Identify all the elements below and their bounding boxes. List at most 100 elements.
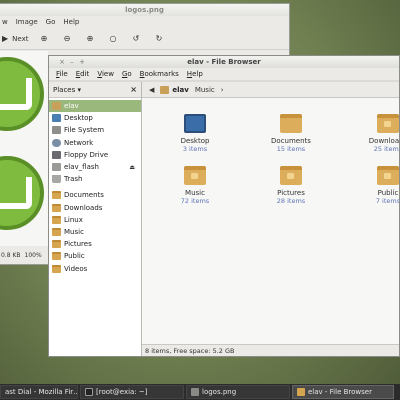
menu-bookmarks[interactable]: Bookmarks [140, 70, 179, 78]
folder-icon [52, 203, 61, 212]
path-bar: ◀ elav Music › [142, 82, 399, 98]
viewer-menubar: w Image Go Help [0, 16, 289, 28]
places-dropdown[interactable]: Places ▾ [53, 86, 81, 94]
sidebar: Places ▾ × elav Desktop File System Netw… [49, 82, 142, 356]
rotate-right-icon[interactable]: ↻ [147, 30, 170, 48]
sidebar-item-documents[interactable]: Documents [49, 189, 141, 201]
back-arrow-icon[interactable]: ◀ [149, 86, 154, 94]
folder-pictures-icon [280, 166, 302, 185]
image-canvas [0, 51, 48, 246]
linux-mint-logo [0, 57, 44, 131]
next-button[interactable]: Next [8, 30, 32, 48]
main-pane: ◀ elav Music › Desktop 3 items Documents [142, 82, 399, 356]
sidebar-item-label: Network [64, 138, 94, 147]
file-item-documents[interactable]: Documents 15 items [261, 114, 321, 153]
folder-downloads-icon [377, 114, 399, 133]
close-window-icon[interactable]: × [57, 58, 67, 66]
sidebar-item-home[interactable]: elav [49, 100, 141, 113]
eject-icon[interactable]: ⏏ [129, 164, 135, 171]
item-count: 28 items [276, 197, 306, 205]
item-count: 7 items [375, 197, 400, 205]
file-item-public[interactable]: Public 7 items [358, 166, 400, 205]
taskbar-item-terminal[interactable]: [root@exia: ~] [80, 385, 184, 399]
menu-go[interactable]: Go [122, 70, 132, 78]
file-item-music[interactable]: Music 72 items [165, 166, 225, 205]
sidebar-item-label: Linux [64, 215, 83, 224]
desktop-icon [184, 114, 206, 133]
usb-icon [52, 163, 61, 172]
taskbar-item-label: logos.png [202, 388, 237, 396]
item-count: 72 items [180, 197, 210, 205]
file-item-downloads[interactable]: Downloads 25 items [358, 114, 400, 153]
sidebar-item-elav-flash[interactable]: elav_flash ⏏ [49, 161, 141, 173]
window-titlebar[interactable]: × – + elav - File Browser [49, 56, 399, 68]
sidebar-item-network[interactable]: Network [49, 137, 141, 149]
zoom-in-icon[interactable]: ⊕ [32, 30, 55, 48]
sidebar-item-desktop[interactable]: Desktop [49, 112, 141, 124]
sidebar-item-linux[interactable]: Linux [49, 214, 141, 226]
file-name: Downloads [368, 137, 400, 145]
close-icon[interactable]: × [130, 85, 137, 94]
menu-view[interactable]: View [97, 70, 114, 78]
sidebar-item-videos[interactable]: Videos [49, 262, 141, 274]
menu-edit[interactable]: Edit [76, 70, 90, 78]
sidebar-item-label: Floppy Drive [64, 150, 109, 159]
menu-file[interactable]: File [56, 70, 68, 78]
viewer-menu-image[interactable]: Image [16, 18, 38, 26]
home-icon [52, 102, 61, 111]
network-icon [52, 138, 61, 147]
taskbar: ast Dial - Mozilla Fir… [root@exia: ~] l… [0, 384, 400, 400]
menu-help[interactable]: Help [187, 70, 203, 78]
taskbar-item-label: ast Dial - Mozilla Fir… [5, 388, 78, 396]
taskbar-item-label: [root@exia: ~] [96, 388, 148, 396]
sidebar-item-label: Pictures [64, 240, 92, 249]
sidebar-item-music[interactable]: Music [49, 226, 141, 238]
file-item-desktop[interactable]: Desktop 3 items [165, 114, 225, 153]
folder-icon [52, 191, 61, 200]
breadcrumb-home-label: elav [172, 85, 189, 94]
file-name: Pictures [277, 189, 305, 197]
sidebar-item-pictures[interactable]: Pictures [49, 238, 141, 250]
viewer-menu-view[interactable]: w [2, 18, 8, 26]
zoom-out-icon[interactable]: ⊖ [55, 30, 78, 48]
file-item-pictures[interactable]: Pictures 28 items [261, 166, 321, 205]
folder-music-icon [184, 166, 206, 185]
file-grid: Desktop 3 items Documents 15 items Downl… [142, 98, 399, 344]
taskbar-item-file-browser[interactable]: elav - File Browser [292, 385, 394, 399]
file-name: Music [185, 189, 205, 197]
file-browser-window[interactable]: × – + elav - File Browser File Edit View… [48, 55, 400, 357]
folder-icon [52, 252, 61, 261]
sidebar-item-trash[interactable]: Trash [49, 173, 141, 185]
folder-icon [280, 114, 302, 133]
home-icon [160, 85, 170, 94]
folder-public-icon [377, 166, 399, 185]
viewer-menu-go[interactable]: Go [46, 18, 56, 26]
breadcrumb-home[interactable]: elav [160, 85, 189, 94]
breadcrumb-music[interactable]: Music [195, 86, 215, 94]
minimize-window-icon[interactable]: – [67, 58, 77, 66]
sidebar-item-label: elav_flash [64, 163, 99, 172]
zoom-normal-icon[interactable]: ○ [101, 30, 124, 48]
taskbar-item-image-viewer[interactable]: logos.png [186, 385, 290, 399]
places-list: elav Desktop File System Network Floppy … [49, 98, 141, 356]
viewer-menu-help[interactable]: Help [63, 18, 79, 26]
rotate-left-icon[interactable]: ↺ [124, 30, 147, 48]
item-count: 15 items [276, 145, 306, 153]
forward-arrow-icon[interactable]: › [221, 86, 224, 94]
menubar: File Edit View Go Bookmarks Help [49, 68, 399, 80]
taskbar-item-firefox[interactable]: ast Dial - Mozilla Fir… [0, 385, 78, 399]
sidebar-item-floppy-drive[interactable]: Floppy Drive [49, 149, 141, 161]
item-count: 3 items [182, 145, 208, 153]
places-label: Places [53, 85, 76, 94]
sidebar-item-downloads[interactable]: Downloads [49, 202, 141, 214]
sidebar-item-public[interactable]: Public [49, 250, 141, 262]
sidebar-item-label: Documents [64, 191, 104, 200]
sidebar-item-label: Trash [64, 175, 83, 184]
viewer-title: logos.png [0, 4, 289, 16]
sidebar-item-file-system[interactable]: File System [49, 124, 141, 136]
window-title: elav - File Browser [187, 58, 261, 66]
floppy-icon [52, 150, 61, 159]
zoom-fit-icon[interactable]: ⊕ [78, 30, 101, 48]
image-size: 0.8 KB [1, 251, 21, 259]
maximize-window-icon[interactable]: + [77, 58, 87, 66]
